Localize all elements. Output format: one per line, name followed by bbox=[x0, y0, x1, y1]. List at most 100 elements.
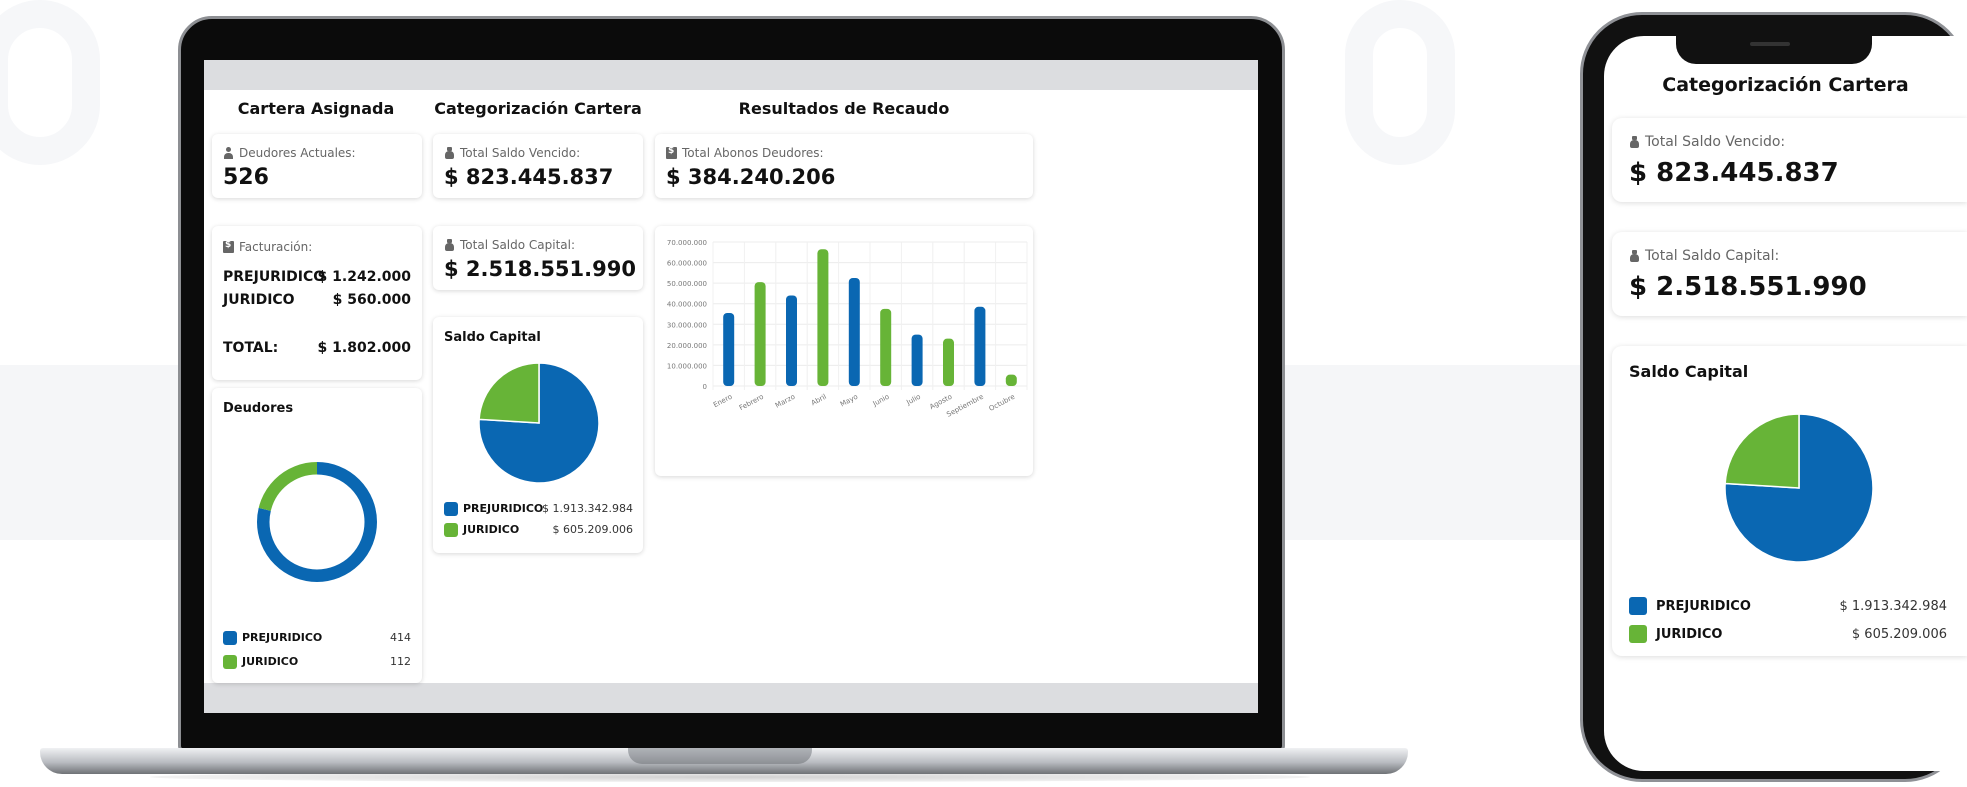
legend-swatch-prejuridico bbox=[444, 502, 458, 516]
money-bag-icon bbox=[444, 239, 455, 251]
deudores-legend-juridico-label: JURIDICO bbox=[242, 655, 299, 668]
bar-junio bbox=[880, 308, 892, 386]
phone-legend-juridico-label: JURIDICO bbox=[1656, 627, 1723, 642]
deudores-chart-card: Deudores PREJURIDICO 414 JURIDICO 112 bbox=[212, 388, 422, 683]
x-tick-label: Julio bbox=[904, 393, 922, 407]
phone-saldo-vencido-value: $ 823.445.837 bbox=[1629, 158, 1839, 188]
saldo-legend-prejuridico-value: $ 1.913.342.984 bbox=[542, 502, 633, 515]
phone-saldo-capital-card: Total Saldo Capital: $ 2.518.551.990 bbox=[1612, 232, 1967, 316]
legend-swatch-juridico bbox=[223, 655, 237, 669]
y-tick-label: 70.000.000 bbox=[667, 239, 707, 247]
deudores-chart-title: Deudores bbox=[223, 401, 294, 416]
saldo-vencido-card: Total Saldo Vencido: $ 823.445.837 bbox=[433, 134, 643, 198]
resultados-recaudo-title: Resultados de Recaudo bbox=[738, 99, 950, 118]
phone-saldo-vencido-label: Total Saldo Vencido: bbox=[1645, 134, 1786, 150]
legend-swatch-prejuridico bbox=[1629, 597, 1647, 615]
facturacion-total-value: $ 1.802.000 bbox=[317, 340, 411, 356]
laptop-screen: Cartera Asignada Deudores Actuales: 526 … bbox=[204, 60, 1258, 713]
legend-swatch-prejuridico bbox=[223, 631, 237, 645]
screen-bottom-bar bbox=[204, 683, 1258, 713]
invoice-icon bbox=[223, 240, 234, 253]
phone-notch bbox=[1676, 34, 1872, 64]
phone-title: Categorización Cartera bbox=[1662, 74, 1909, 96]
bar-julio bbox=[911, 334, 923, 386]
deudores-actuales-label: Deudores Actuales: bbox=[239, 146, 356, 160]
recaudo-bar-chart: 0 10.000.000 20.000.000 30.000.000 40.000.00… bbox=[667, 239, 1028, 419]
bar-abril bbox=[817, 249, 829, 386]
saldo-capital-pie-chart bbox=[478, 362, 600, 484]
facturacion-juridico-value: $ 560.000 bbox=[332, 292, 411, 308]
y-tick-label: 10.000.000 bbox=[667, 362, 707, 370]
bar-marzo bbox=[786, 295, 797, 386]
money-bag-icon bbox=[1629, 250, 1640, 262]
x-tick-label: Marzo bbox=[774, 393, 796, 410]
y-tick-label: 20.000.000 bbox=[667, 342, 707, 350]
phone-saldo-capital-value: $ 2.518.551.990 bbox=[1629, 272, 1867, 302]
bar-octubre bbox=[1005, 374, 1017, 386]
phone-legend-juridico-value: $ 605.209.006 bbox=[1851, 627, 1947, 642]
x-tick-label: Octubre bbox=[988, 393, 1016, 413]
recaudo-bar-chart-card: 0 10.000.000 20.000.000 30.000.000 40.000.00… bbox=[655, 226, 1033, 476]
saldo-legend-prejuridico-label: PREJURIDICO bbox=[463, 502, 544, 515]
money-bag-icon bbox=[444, 147, 455, 159]
saldo-capital-label: Total Saldo Capital: bbox=[460, 238, 576, 252]
categorizacion-cartera-title: Categorización Cartera bbox=[434, 99, 642, 118]
y-tick-label: 60.000.000 bbox=[667, 260, 707, 268]
background-watermark-left bbox=[0, 0, 100, 165]
user-icon bbox=[223, 147, 234, 159]
laptop-trackpad-notch bbox=[628, 748, 812, 764]
y-tick-label: 50.000.000 bbox=[667, 280, 707, 288]
phone-legend-prejuridico-label: PREJURIDICO bbox=[1656, 599, 1751, 614]
screen-top-bar bbox=[204, 60, 1258, 90]
phone-saldo-capital-pie-chart bbox=[1724, 413, 1874, 563]
x-tick-label: Abril bbox=[810, 393, 828, 408]
saldo-vencido-value: $ 823.445.837 bbox=[444, 165, 614, 189]
bar-agosto bbox=[943, 338, 954, 386]
deudores-legend-prejuridico-label: PREJURIDICO bbox=[242, 631, 323, 644]
facturacion-total-label: TOTAL: bbox=[223, 340, 279, 356]
abonos-deudores-label: Total Abonos Deudores: bbox=[682, 146, 824, 160]
phone-saldo-vencido-card: Total Saldo Vencido: $ 823.445.837 bbox=[1612, 118, 1967, 202]
money-bag-icon bbox=[1629, 136, 1640, 148]
facturacion-card: Facturación: PREJURIDICO $ 1.242.000 JUR… bbox=[212, 226, 422, 380]
y-tick-label: 0 bbox=[703, 383, 707, 391]
phone-speaker bbox=[1750, 42, 1790, 46]
x-tick-label: Febrero bbox=[738, 393, 765, 412]
saldo-capital-value: $ 2.518.551.990 bbox=[444, 257, 636, 281]
saldo-vencido-label: Total Saldo Vencido: bbox=[460, 146, 581, 160]
saldo-capital-total-card: Total Saldo Capital: $ 2.518.551.990 bbox=[433, 226, 643, 290]
pie-slice-juridico bbox=[1724, 413, 1800, 489]
bar-febrero bbox=[754, 282, 766, 386]
legend-swatch-juridico bbox=[444, 523, 458, 537]
x-tick-label: Enero bbox=[712, 393, 734, 410]
deudores-donut-chart bbox=[256, 461, 378, 583]
phone-legend-prejuridico-value: $ 1.913.342.984 bbox=[1839, 599, 1947, 614]
deudores-legend-juridico-value: 112 bbox=[390, 655, 411, 668]
invoice-icon bbox=[666, 146, 677, 159]
phone-screen: Categorización Cartera Total Saldo Venci… bbox=[1604, 36, 1967, 771]
deudores-legend-prejuridico-value: 414 bbox=[390, 631, 411, 644]
abonos-deudores-card: Total Abonos Deudores: $ 384.240.206 bbox=[655, 134, 1033, 198]
y-tick-label: 40.000.000 bbox=[667, 301, 707, 309]
phone-saldo-capital-label: Total Saldo Capital: bbox=[1645, 248, 1780, 264]
y-tick-label: 30.000.000 bbox=[667, 321, 707, 329]
deudores-actuales-value: 526 bbox=[223, 165, 269, 190]
facturacion-juridico-label: JURIDICO bbox=[223, 292, 295, 308]
background-watermark-right bbox=[1345, 0, 1455, 165]
x-tick-label: Junio bbox=[871, 393, 891, 409]
saldo-capital-chart-card: Saldo Capital PREJURIDICO $ 1.913.342.98… bbox=[433, 317, 643, 553]
bar-mayo bbox=[848, 278, 860, 386]
facturacion-prejuridico-label: PREJURIDICO bbox=[223, 269, 326, 285]
deudores-actuales-card: Deudores Actuales: 526 bbox=[212, 134, 422, 198]
phone-saldo-capital-chart-card: Saldo Capital PREJURIDICO $ 1.913.342.98… bbox=[1612, 346, 1967, 656]
phone-saldo-capital-chart-title: Saldo Capital bbox=[1629, 362, 1749, 381]
saldo-legend-juridico-label: JURIDICO bbox=[463, 523, 520, 536]
bar-septiembre bbox=[974, 306, 986, 386]
saldo-legend-juridico-value: $ 605.209.006 bbox=[552, 523, 633, 536]
pie-slice-juridico bbox=[478, 362, 540, 424]
facturacion-prejuridico-value: $ 1.242.000 bbox=[317, 269, 411, 285]
x-tick-label: Mayo bbox=[839, 393, 859, 409]
facturacion-label: Facturación: bbox=[239, 240, 313, 254]
bar-enero bbox=[723, 312, 735, 386]
saldo-capital-chart-title: Saldo Capital bbox=[444, 330, 541, 345]
